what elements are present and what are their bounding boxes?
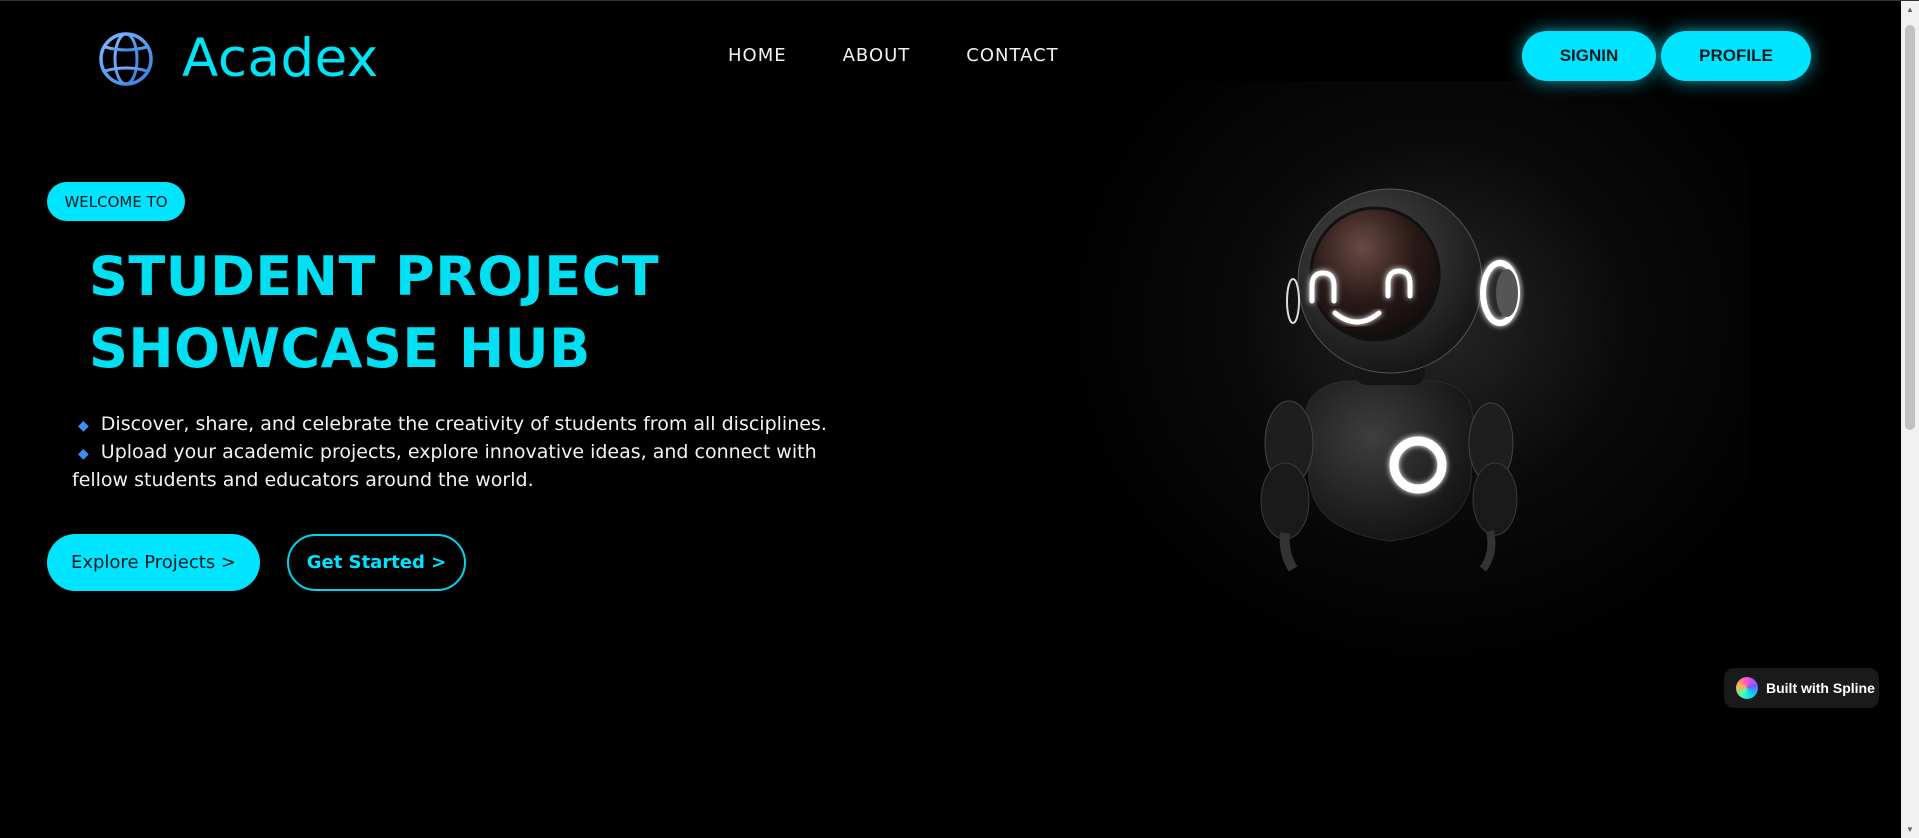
hero-bullet-text: Upload your academic projects, explore i… <box>72 441 817 491</box>
diamond-bullet-icon: ◆ <box>78 446 89 462</box>
page: Acadex HOME ABOUT CONTACT SIGNIN PROFILE… <box>0 0 1919 838</box>
spline-logo-icon <box>1736 677 1758 699</box>
profile-button[interactable]: PROFILE <box>1661 31 1811 81</box>
get-started-button[interactable]: Get Started > <box>287 534 466 591</box>
robot-illustration[interactable] <box>1245 181 1535 621</box>
diamond-bullet-icon: ◆ <box>78 418 89 434</box>
built-with-spline-badge[interactable]: Built with Spline <box>1724 668 1879 708</box>
brand-name: Acadex <box>182 28 379 89</box>
hero-description: ◆ Discover, share, and celebrate the crea… <box>72 411 832 493</box>
hero-title-line1: STUDENT PROJECT <box>89 245 660 308</box>
brand-logo[interactable]: Acadex <box>98 31 379 87</box>
globe-icon <box>99 32 153 86</box>
hero-title-line2: SHOWCASE HUB <box>89 317 591 380</box>
scrollbar-thumb[interactable] <box>1905 25 1915 430</box>
hero-bullet-text: Discover, share, and celebrate the creat… <box>100 413 827 435</box>
vertical-scrollbar[interactable]: ▲ ▼ <box>1901 1 1919 838</box>
welcome-badge: WELCOME TO <box>47 182 185 221</box>
nav-home[interactable]: HOME <box>728 45 787 66</box>
hero-title: STUDENT PROJECT SHOWCASE HUB <box>89 241 659 385</box>
scroll-up-arrow-icon[interactable]: ▲ <box>1905 5 1915 15</box>
nav-about[interactable]: ABOUT <box>843 45 911 66</box>
hero-bullet-item: ◆ Discover, share, and celebrate the crea… <box>72 411 832 439</box>
signin-button[interactable]: SIGNIN <box>1522 31 1656 81</box>
explore-projects-button[interactable]: Explore Projects > <box>47 534 260 591</box>
hero-bullet-item: ◆ Upload your academic projects, explore … <box>72 439 832 493</box>
scroll-down-arrow-icon[interactable]: ▼ <box>1905 825 1915 835</box>
nav-contact[interactable]: CONTACT <box>966 45 1058 66</box>
spline-badge-label: Built with Spline <box>1766 680 1875 696</box>
main-nav: HOME ABOUT CONTACT <box>728 45 1059 66</box>
